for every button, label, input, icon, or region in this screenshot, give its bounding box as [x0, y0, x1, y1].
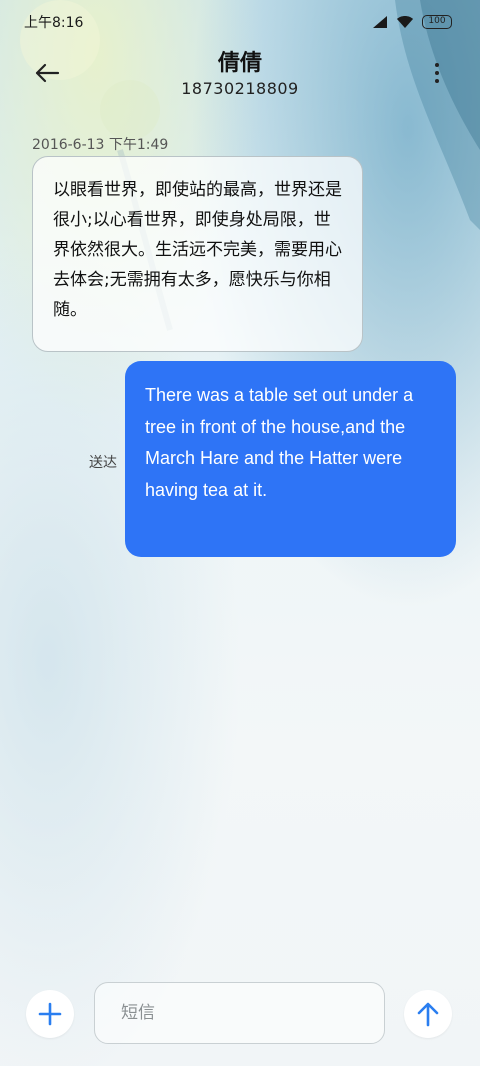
message-input[interactable]: [94, 982, 385, 1044]
composer-bar: [0, 982, 480, 1046]
more-vertical-icon: [435, 63, 439, 67]
message-timestamp: 2016-6-13 下午1:49: [32, 137, 169, 153]
contact-title: 倩倩 18730218809: [0, 44, 480, 98]
send-button[interactable]: [404, 990, 452, 1038]
status-time: 上午8:16: [24, 15, 84, 31]
plus-icon: [38, 1002, 62, 1026]
arrow-up-icon: [417, 1002, 439, 1027]
conversation-header: 倩倩 18730218809: [0, 44, 480, 124]
status-icons: 100: [372, 15, 452, 29]
signal-icon: [373, 16, 387, 28]
delivery-status: 送达: [89, 455, 117, 471]
add-attachment-button[interactable]: [26, 990, 74, 1038]
outgoing-message-bubble[interactable]: There was a table set out under a tree i…: [125, 361, 456, 557]
battery-indicator: 100: [422, 15, 452, 29]
contact-number: 18730218809: [181, 79, 299, 98]
status-bar: 上午8:16 100: [0, 0, 480, 44]
wifi-icon: [397, 16, 413, 28]
more-options-button[interactable]: [430, 58, 444, 88]
contact-name: 倩倩: [217, 51, 262, 76]
incoming-message-bubble[interactable]: 以眼看世界，即使站的最高，世界还是很小;以心看世界，即使身处局限，世界依然很大。…: [32, 156, 363, 352]
